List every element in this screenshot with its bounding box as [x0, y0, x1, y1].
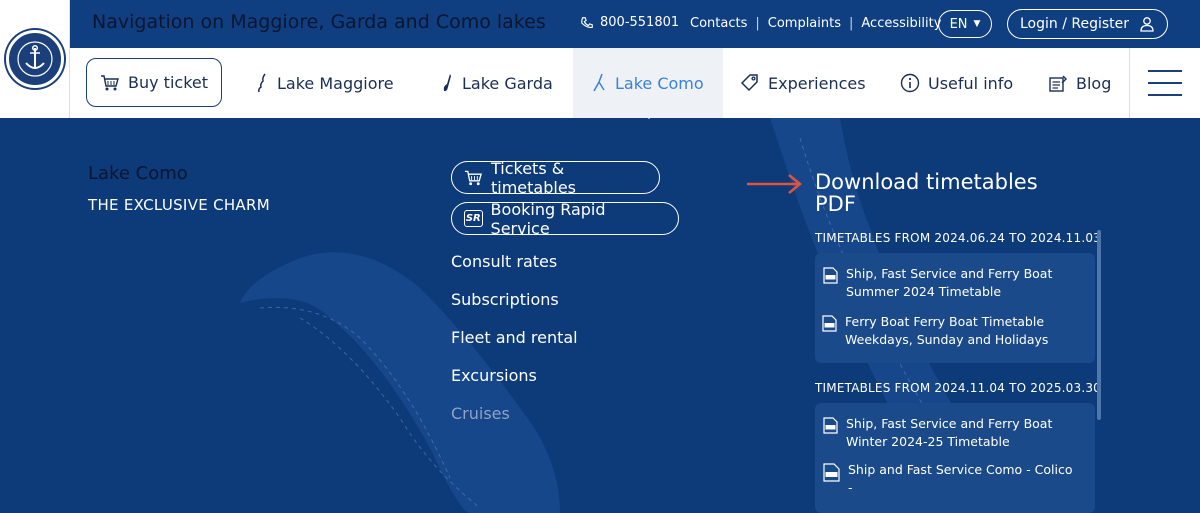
separator: | — [755, 16, 760, 31]
main-navigation: Buy ticket Lake Maggiore Lake Garda Lake… — [70, 48, 1200, 118]
nav-label: Lake Maggiore — [277, 73, 394, 93]
nav-experiences[interactable]: Experiences — [740, 48, 866, 118]
hamburger-icon — [1148, 70, 1182, 72]
tickets-timetables-label: Tickets & timetables — [490, 158, 576, 197]
login-label: Login / Register — [1019, 16, 1130, 32]
consult-rates-link[interactable]: Consult rates — [451, 252, 557, 271]
nav-label: Experiences — [768, 73, 866, 93]
pdf-file-icon — [823, 267, 838, 284]
lake-maggiore-icon — [258, 73, 266, 93]
nav-label: Lake Garda — [462, 73, 553, 93]
top-bar: Navigation on Maggiore, Garda and Como l… — [70, 0, 1200, 48]
nav-label: Lake Como — [615, 73, 704, 93]
complaints-link[interactable]: Complaints — [768, 16, 841, 31]
phone-icon — [581, 16, 593, 28]
pdf-download-link[interactable]: Ship and Fast Service Como - Colico - — [823, 461, 1073, 497]
buy-ticket-label: Buy ticket — [128, 73, 208, 92]
logo-column — [0, 0, 70, 118]
pdf-file-label: Ship and Fast Service Como - Colico - — [848, 462, 1073, 495]
login-register-button[interactable]: Login / Register — [1007, 9, 1168, 39]
pdf-download-link[interactable]: Ferry Boat Ferry Boat Timetable Weekdays… — [822, 313, 1072, 349]
nav-blog[interactable]: Blog — [1048, 48, 1111, 118]
timetable-card: Ship, Fast Service and Ferry Boat Summer… — [815, 253, 1095, 363]
nav-lake-maggiore[interactable]: Lake Maggiore — [255, 48, 394, 118]
hamburger-icon — [1148, 82, 1182, 84]
nav-lake-como[interactable]: Lake Como — [573, 48, 723, 118]
top-links: Contacts | Complaints | Accessibility — [690, 16, 941, 31]
language-value: EN — [949, 16, 968, 32]
tickets-timetables-button[interactable]: Tickets & timetables — [451, 158, 660, 197]
booking-rapid-label: Booking Rapid Service — [490, 199, 606, 238]
chevron-down-icon: ▼ — [973, 19, 981, 29]
hamburger-icon — [1148, 94, 1182, 96]
cart-icon — [464, 170, 482, 185]
lake-subtitle: THE EXCLUSIVE CHARM — [88, 196, 270, 214]
pdf-file-icon — [823, 417, 838, 434]
scrollbar[interactable] — [1097, 230, 1101, 420]
download-timetables-title: Download timetables PDF — [815, 170, 1038, 216]
info-icon — [900, 73, 920, 93]
accessibility-link[interactable]: Accessibility — [861, 16, 941, 31]
pdf-download-link[interactable]: Ship, Fast Service and Ferry Boat Winter… — [823, 415, 1073, 451]
navigazione-laghi-logo[interactable] — [5, 30, 64, 88]
nav-lake-garda[interactable]: Lake Garda — [440, 48, 553, 118]
active-nav-caret — [639, 110, 659, 119]
lake-como-mega-menu: Lake Como THE EXCLUSIVE CHARM Tickets & … — [0, 118, 1200, 513]
pdf-download-link[interactable]: Ship, Fast Service and Ferry Boat Summer… — [823, 265, 1073, 301]
excursions-link[interactable]: Excursions — [451, 366, 537, 385]
pdf-file-label: Ferry Boat Ferry Boat Timetable Weekdays… — [845, 314, 1049, 347]
user-icon — [1140, 17, 1154, 32]
fleet-rental-link[interactable]: Fleet and rental — [451, 328, 578, 347]
tag-icon — [740, 74, 758, 92]
pdf-file-label: Ship, Fast Service and Ferry Boat Winter… — [846, 416, 1053, 449]
lake-garda-icon — [443, 74, 451, 92]
cruises-link[interactable]: Cruises — [451, 404, 510, 423]
nav-label: Blog — [1076, 73, 1112, 93]
contacts-link[interactable]: Contacts — [690, 16, 747, 31]
blog-icon — [1049, 75, 1067, 92]
timetable-card: Ship, Fast Service and Ferry Boat Winter… — [815, 403, 1095, 513]
booking-rapid-service-button[interactable]: SR Booking Rapid Service — [451, 199, 679, 238]
arrow-right-icon — [747, 174, 802, 194]
pdf-file-icon — [823, 463, 840, 482]
rapid-service-icon: SR — [464, 210, 483, 227]
site-title: Navigation on Maggiore, Garda and Como l… — [92, 11, 546, 33]
pdf-file-label: Ship, Fast Service and Ferry Boat Summer… — [846, 266, 1053, 299]
timetable-section-heading: TIMETABLES FROM 2024.06.24 TO 2024.11.03 — [815, 231, 1102, 245]
phone-number: 800-551801 — [600, 15, 680, 30]
anchor-icon — [16, 41, 53, 77]
phone-link[interactable]: 800-551801 — [580, 15, 679, 30]
nav-label: Useful info — [928, 73, 1014, 93]
buy-ticket-button[interactable]: Buy ticket — [86, 58, 222, 107]
timetable-section-heading: TIMETABLES FROM 2024.11.04 TO 2025.03.30 — [815, 381, 1102, 395]
nav-useful-info[interactable]: Useful info — [900, 48, 1013, 118]
language-select[interactable]: EN ▼ — [938, 10, 992, 38]
separator: | — [849, 16, 854, 31]
cart-icon — [101, 74, 119, 90]
pdf-file-icon — [822, 315, 837, 332]
subscriptions-link[interactable]: Subscriptions — [451, 290, 559, 309]
hamburger-menu-button[interactable] — [1129, 48, 1200, 118]
lake-como-icon — [593, 73, 605, 92]
lake-title: Lake Como — [88, 163, 188, 184]
